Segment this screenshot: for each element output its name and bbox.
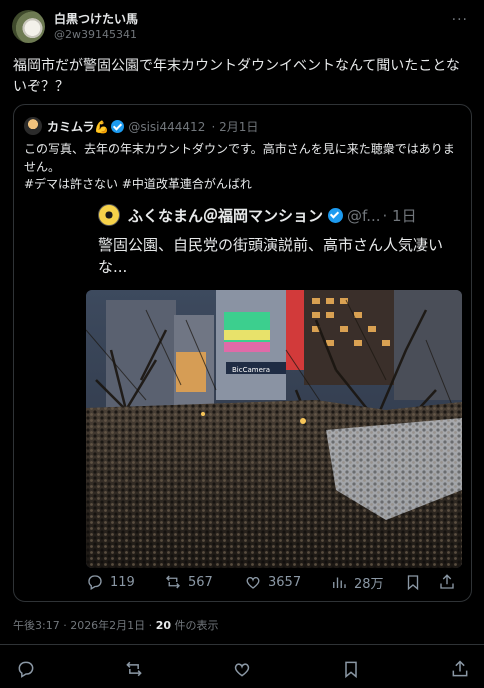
post-meta: 午後3:17 · 2026年2月1日 · 20 件の表示 [13, 617, 219, 633]
share-button[interactable] [450, 659, 470, 679]
reply-count: 119 [110, 574, 135, 590]
embedded-avatar [98, 204, 120, 226]
divider [0, 644, 484, 645]
quoted-handle: @sisi444412 [128, 120, 206, 134]
quoted-header: カミムラ💪 @sisi444412 · 2月1日 [24, 117, 461, 135]
repost-icon [166, 575, 180, 589]
embedded-date: · 1日 [382, 207, 417, 225]
post-header: 白黒つけたい馬 @2w39145341 ··· [12, 10, 472, 44]
author-names: 白黒つけたい馬 @2w39145341 [54, 12, 138, 42]
bookmark-button[interactable] [341, 659, 361, 679]
reply-action[interactable]: 119 [86, 570, 135, 594]
quoted-avatar [24, 117, 42, 135]
share-icon [452, 660, 468, 677]
embedded-actions: 119 567 3657 28万 [86, 570, 462, 594]
bookmark-action[interactable] [404, 570, 428, 594]
views-action[interactable]: 28万 [330, 570, 384, 594]
like-button[interactable] [232, 659, 252, 679]
post-text: 福岡市だが警固公園で年末カウントダウンイベントなんて聞いたことないぞ？？ [13, 58, 460, 95]
views-icon [333, 577, 346, 588]
embedded-text: 警固公園、自民党の街頭演説前、高市さん人気凄いな... [98, 236, 444, 276]
bookmark-icon [407, 575, 419, 591]
reply-icon [18, 661, 34, 678]
crowd-photo-image: BicCamera [86, 290, 462, 568]
quoted-display-name: カミムラ💪 [47, 120, 110, 134]
post-timestamp[interactable]: 午後3:17 · 2026年2月1日 · [13, 619, 156, 632]
like-icon [246, 576, 260, 589]
reply-icon [88, 575, 102, 590]
quoted-text-line: この写真、去年の年末カウントダウンです。高市さんを見に来た聴衆ではありません。 [24, 142, 455, 174]
author-display-name[interactable]: 白黒つけたい馬 [54, 12, 138, 27]
quoted-date: · 2月1日 [211, 120, 259, 134]
quoted-post[interactable]: カミムラ💪 @sisi444412 · 2月1日 この写真、去年の年末カウントダウ… [13, 104, 472, 602]
embedded-handle: @f... [347, 207, 381, 225]
share-icon [440, 574, 454, 589]
embedded-display-name: ふくなまん＠福岡マンション [128, 207, 324, 225]
crowd-photo[interactable]: BicCamera [86, 290, 462, 568]
like-icon [234, 663, 250, 677]
author-avatar[interactable] [12, 10, 45, 43]
embedded-post: ふくなまん＠福岡マンション @f... · 1日 警固公園、自民党の街頭演説前、高市… [86, 198, 462, 594]
more-icon[interactable]: ··· [452, 12, 468, 28]
repost-button[interactable] [124, 659, 144, 679]
repost-action[interactable]: 567 [164, 570, 213, 594]
repost-count: 567 [188, 574, 213, 590]
verified-badge-icon [328, 208, 344, 223]
embedded-header: ふくなまん＠福岡マンション @f... · 1日 [98, 202, 456, 226]
store-sign: BicCamera [232, 366, 270, 374]
like-action[interactable]: 3657 [244, 570, 301, 594]
verified-badge-icon [111, 120, 125, 133]
post-action-bar [0, 656, 484, 682]
quoted-hashtags: #デマは許さない #中道改革連合がんばれ [24, 177, 252, 191]
share-action[interactable] [438, 570, 462, 594]
bookmark-icon [345, 661, 357, 679]
reply-button[interactable] [16, 659, 36, 679]
quoted-text: この写真、去年の年末カウントダウンです。高市さんを見に来た聴衆ではありません。 … [24, 141, 464, 194]
views-count: 28万 [354, 576, 384, 592]
post-view-label: 件の表示 [171, 619, 219, 632]
repost-icon [126, 661, 142, 677]
author-handle[interactable]: @2w39145341 [54, 28, 138, 42]
like-count: 3657 [268, 574, 302, 590]
post-view-count: 20 [155, 619, 171, 632]
